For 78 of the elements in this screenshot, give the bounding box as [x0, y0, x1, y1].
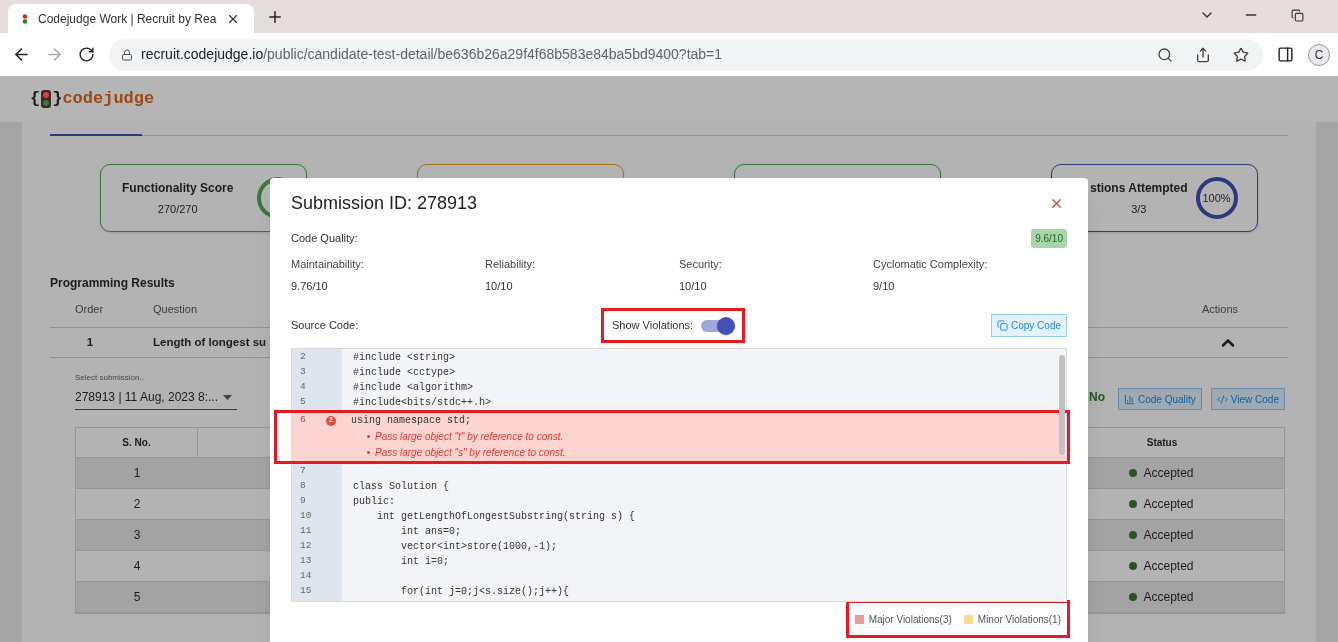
column-header: S. No.	[76, 428, 198, 457]
code-text: #include <algorithm>	[353, 381, 474, 395]
code-text: int getLengthOfLongestSubstring(string s) {	[376, 510, 636, 524]
code-text: for(int j=0;j<s.size();j++){	[400, 585, 570, 599]
status-text: Accepted	[1143, 496, 1194, 513]
profile-avatar[interactable]: C	[1308, 43, 1330, 66]
status-text: Accepted	[1143, 558, 1194, 575]
code-text: int i=0;	[400, 555, 449, 569]
percent-ring: 100%	[1195, 177, 1238, 219]
show-violations-label: Show Violations:	[612, 318, 694, 334]
source-code-label: Source Code:	[291, 318, 360, 334]
legend-label: Major Violations(3)	[868, 612, 952, 627]
favicon-icon	[22, 13, 28, 24]
column-header: Question	[153, 302, 198, 318]
serial-cell-text: 5	[132, 589, 142, 606]
violation-message: Pass large object "s" by reference to const.	[375, 445, 566, 460]
codejudge-logo: { }codejudge	[30, 88, 155, 111]
bullet-icon	[367, 450, 370, 454]
bullet-icon	[367, 434, 370, 438]
submission-select[interactable]: Select submission.. 278913 | 11 Aug, 2023 8:...	[75, 372, 237, 410]
score-title: stions Attempted	[1090, 179, 1188, 197]
status-text: Accepted	[1143, 527, 1194, 544]
tab-title: Codejudge Work | Recruit by Rea	[38, 10, 217, 28]
metric-value: 9/10	[873, 278, 896, 294]
side-panel-icon[interactable]	[1277, 46, 1294, 63]
metric-value: 10/10	[679, 278, 708, 294]
metric-label: Security:	[679, 257, 723, 272]
status-text: Accepted	[1143, 465, 1194, 482]
score-title: Functionality Score	[122, 179, 234, 197]
serial-cell-text: 1	[132, 465, 142, 482]
bar-chart-icon	[1124, 393, 1135, 405]
close-icon[interactable]	[1049, 196, 1064, 211]
bookmark-star-icon[interactable]	[1233, 46, 1249, 63]
browser-tab[interactable]: Codejudge Work | Recruit by Rea	[8, 4, 255, 33]
url-text: recruit.codejudge.io/public/candidate-test-detail/be636b26a29f4f68b583e84ba5bd9400?tab=1	[141, 45, 723, 64]
line-number: 6	[299, 413, 307, 428]
metric-value: 9.76/10	[291, 278, 329, 294]
code-text: #include <string>	[353, 351, 456, 365]
restore-icon[interactable]	[1291, 9, 1304, 22]
code-text: #include <cctype>	[353, 366, 456, 380]
metric-label: Reliability:	[485, 257, 537, 272]
column-header: Actions	[1201, 302, 1238, 318]
score-value: 270/270	[157, 201, 198, 217]
code-text: class Solution {	[353, 480, 449, 494]
code-text: #include<bits/stdc++.h>	[353, 396, 492, 410]
serial-cell-text: 3	[132, 527, 142, 544]
quality-score-badge: 9.6/10	[1031, 229, 1067, 248]
metric-label: Maintainability:	[291, 257, 365, 272]
score-value: 3/3	[1131, 201, 1147, 217]
section-title: Programming Results	[50, 275, 175, 292]
violation-message: Pass large object "t" by reference to const.	[375, 429, 564, 444]
violations-toggle[interactable]	[701, 319, 735, 332]
share-icon[interactable]	[1195, 46, 1211, 63]
serial-cell-text: 4	[132, 558, 142, 575]
column-header: Order	[73, 302, 105, 318]
scrollbar-thumb[interactable]	[1059, 355, 1065, 455]
dropdown-caret-icon	[223, 394, 232, 400]
question-cell-text: Length of longest su	[153, 334, 267, 350]
modal-title: Submission ID: 278913	[291, 192, 478, 215]
metric-label: Cyclomatic Complexity:	[873, 257, 989, 272]
flag-text: No	[1089, 389, 1105, 406]
lock-icon	[121, 48, 133, 61]
code-text: vector<int>store(1000,-1);	[400, 540, 558, 554]
code-quality-label: Code Quality:	[291, 231, 358, 247]
reload-icon[interactable]	[78, 46, 95, 63]
code-text: public:	[353, 495, 395, 509]
order-cell-text: 1	[85, 334, 95, 350]
code-icon	[1216, 393, 1228, 405]
legend-label: Minor Violations(1)	[977, 612, 1061, 627]
code-text: int ans=0;	[400, 525, 462, 539]
address-bar[interactable]: recruit.codejudge.io/public/candidate-test-detail/be636b26a29f4f68b583e84ba5bd9400?tab=1	[109, 38, 1263, 71]
code-text: using namespace std;	[351, 414, 472, 428]
back-icon[interactable]	[12, 45, 31, 64]
status-text: Accepted	[1143, 589, 1194, 606]
serial-cell-text: 2	[132, 496, 142, 513]
copy-icon	[996, 320, 1008, 331]
metric-value: 10/10	[485, 278, 514, 294]
zoom-icon[interactable]	[1157, 46, 1173, 63]
